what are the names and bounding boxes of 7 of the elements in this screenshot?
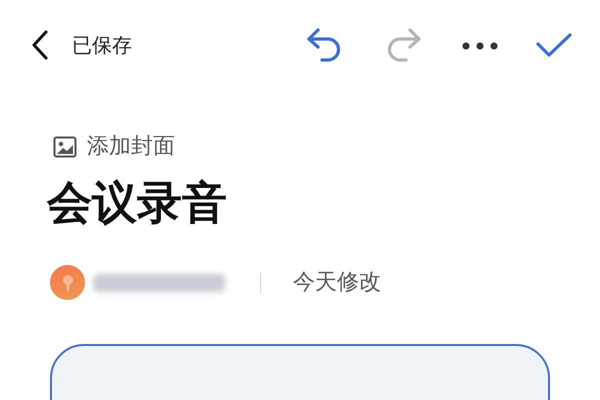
modified-time: 今天修改	[293, 269, 381, 298]
add-cover-link[interactable]: 添加封面	[87, 130, 175, 163]
avatar-icon	[50, 265, 85, 300]
save-status: 已保存	[72, 32, 132, 59]
check-icon[interactable]	[536, 32, 572, 58]
back-icon[interactable]	[30, 29, 50, 61]
document-title[interactable]: 会议录音	[47, 175, 600, 232]
